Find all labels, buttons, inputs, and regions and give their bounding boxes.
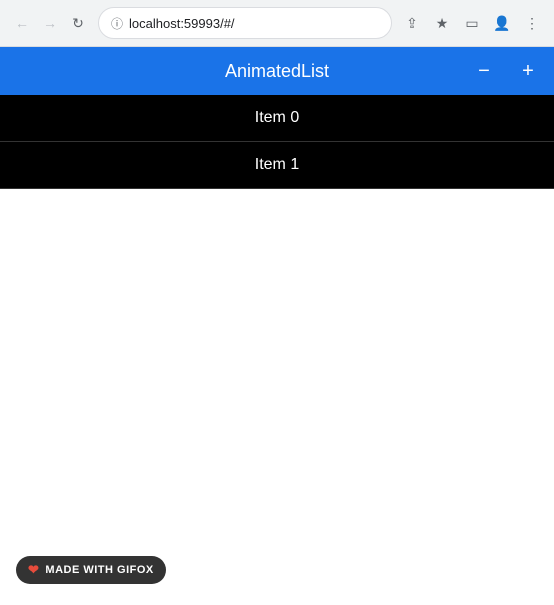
back-button[interactable]: ← [10,11,34,35]
menu-button[interactable]: ⋮ [520,11,544,35]
list-item[interactable]: Item 1 [0,142,554,189]
browser-chrome: ← → ↻ ⓘ localhost:59993/#/ ⇪ ★ ▭ 👤 ⋮ [0,0,554,47]
app-header: AnimatedList − + [0,47,554,95]
reload-button[interactable]: ↻ [66,11,90,35]
profile-button[interactable]: 👤 [490,11,514,35]
forward-button[interactable]: → [38,11,62,35]
star-button[interactable]: ★ [430,11,454,35]
list-item-label: Item 0 [255,109,299,126]
list-item[interactable]: Item 0 [0,95,554,142]
tab-search-button[interactable]: ▭ [460,11,484,35]
minus-button[interactable]: − [470,57,498,85]
gifox-text: MADE WITH GIFOX [45,564,153,576]
nav-buttons: ← → ↻ [10,11,90,35]
list-item-label: Item 1 [255,156,299,173]
url-text: localhost:59993/#/ [129,16,379,31]
download-button[interactable]: ⇪ [400,11,424,35]
gifox-heart-icon: ❤ [28,562,39,578]
app-title: AnimatedList [225,61,329,82]
lock-icon: ⓘ [111,15,123,32]
gifox-badge: ❤ MADE WITH GIFOX [16,556,166,584]
plus-button[interactable]: + [514,57,542,85]
address-bar[interactable]: ⓘ localhost:59993/#/ [98,7,392,39]
browser-toolbar: ← → ↻ ⓘ localhost:59993/#/ ⇪ ★ ▭ 👤 ⋮ [0,0,554,46]
list-container: Item 0 Item 1 [0,95,554,189]
content-area [0,189,554,605]
browser-actions: ⇪ ★ ▭ 👤 ⋮ [400,11,544,35]
header-actions: − + [470,57,542,85]
